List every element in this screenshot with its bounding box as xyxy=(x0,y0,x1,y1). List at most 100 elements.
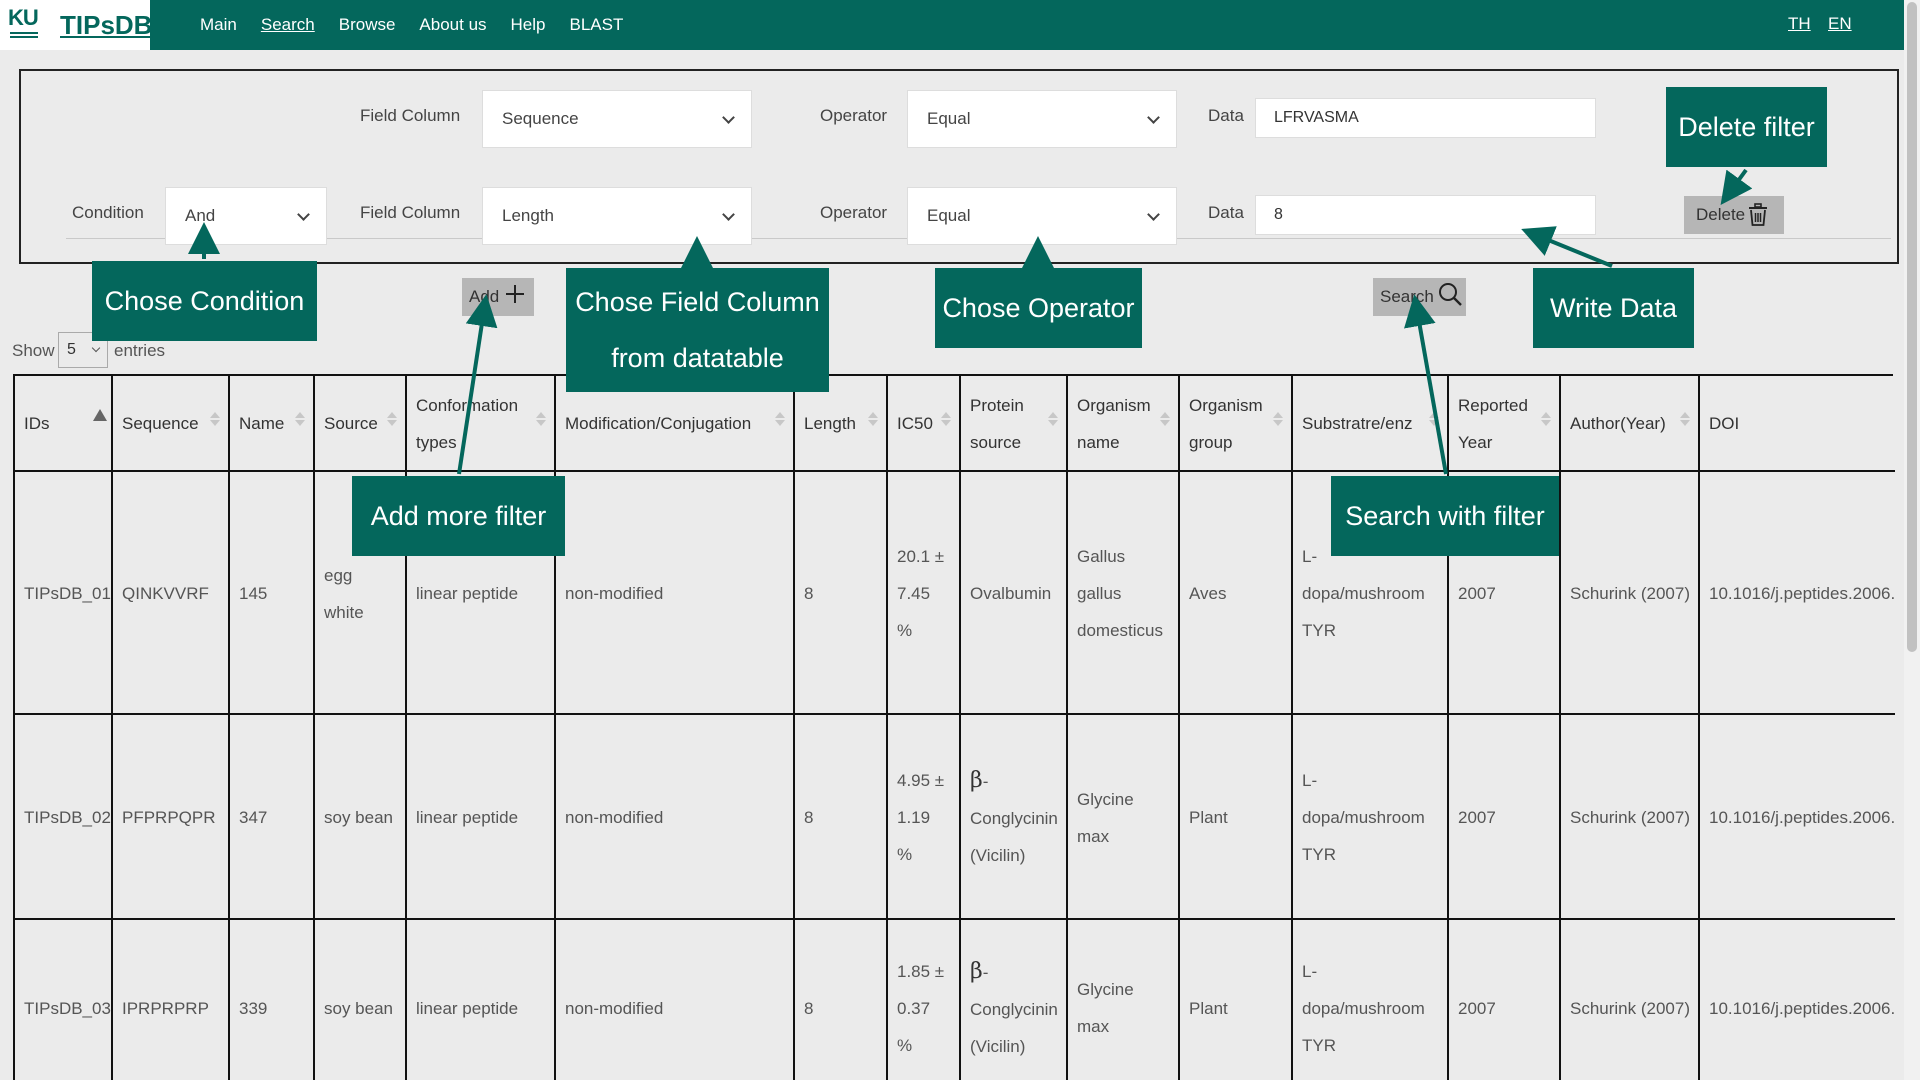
table-cell: Glycine max xyxy=(1077,781,1134,855)
search-button[interactable]: Search xyxy=(1373,278,1466,316)
column-header[interactable]: Organism name xyxy=(1077,387,1151,461)
sort-up-icon xyxy=(1160,412,1170,418)
entries-label: entries xyxy=(114,341,166,360)
table-cell-text: Schurink (2007) xyxy=(1570,584,1691,603)
table-cell-text: β- xyxy=(970,768,989,793)
column-divider xyxy=(111,376,113,1080)
page-scrollbar[interactable] xyxy=(1904,0,1920,1080)
operator-select-2[interactable]: Equal xyxy=(907,187,1177,245)
table-cell: non-modified xyxy=(565,799,663,836)
field-column-select-1[interactable]: Sequence xyxy=(482,90,752,148)
column-header[interactable]: Organism group xyxy=(1189,387,1263,461)
add-filter-button[interactable]: Add xyxy=(462,278,534,316)
sort-up-icon xyxy=(1048,412,1058,418)
table-cell: 145 xyxy=(239,575,267,612)
operator-select-1[interactable]: Equal xyxy=(907,90,1177,148)
table-cell: 10.1016/j.peptides.2006. xyxy=(1709,575,1895,612)
beta-symbol: β xyxy=(970,959,983,984)
delete-filter-button[interactable]: Delete xyxy=(1684,196,1784,234)
table-cell: soy bean xyxy=(324,990,393,1027)
lang-en-link[interactable]: EN xyxy=(1828,14,1852,34)
table-cell: Schurink (2007) xyxy=(1570,575,1690,612)
nav-blast[interactable]: BLAST xyxy=(570,15,624,35)
column-header[interactable]: Sequence xyxy=(122,405,199,442)
table-cell: Schurink (2007) xyxy=(1570,799,1690,836)
table-cell: PFPRPQPR xyxy=(122,799,216,836)
search-button-label: Search xyxy=(1380,287,1434,306)
table-cell-text: Schurink (2007) xyxy=(1570,808,1691,827)
main-nav: Main Search Browse About us Help BLAST xyxy=(200,0,623,50)
callout-chose-condition: Chose Condition xyxy=(92,261,317,341)
data-input-1[interactable]: LFRVASMA xyxy=(1255,98,1596,138)
beta-symbol: β xyxy=(970,768,983,793)
sort-down-icon xyxy=(941,420,951,426)
nav-main[interactable]: Main xyxy=(200,15,237,35)
column-header-label: Sequence xyxy=(122,414,199,433)
nav-search[interactable]: Search xyxy=(261,15,315,35)
table-cell-text: 10.1016/j.peptides.2006. xyxy=(1709,584,1896,603)
nav-browse[interactable]: Browse xyxy=(339,15,396,35)
row-divider xyxy=(15,918,1895,920)
table-cell-text: PFPRPQPR xyxy=(122,808,216,827)
sort-up-icon xyxy=(1429,412,1439,418)
table-cell-text: Conglycinin xyxy=(970,809,1058,828)
table-cell-text: 2007 xyxy=(1458,808,1496,827)
table-cell: 347 xyxy=(239,799,267,836)
table-cell-text: β- xyxy=(970,959,989,984)
sort-down-icon xyxy=(1160,420,1170,426)
table-cell-text: Plant xyxy=(1189,999,1228,1018)
column-header-label: Organism xyxy=(1189,396,1263,415)
column-header[interactable]: Length xyxy=(804,405,856,442)
operator-value-2: Equal xyxy=(927,206,971,225)
column-header-label: Year xyxy=(1458,433,1493,452)
column-header[interactable]: Reported Year xyxy=(1458,387,1528,461)
nav-help[interactable]: Help xyxy=(511,15,546,35)
column-header[interactable]: IDs xyxy=(24,405,50,442)
table-cell: non-modified xyxy=(565,990,663,1027)
column-header[interactable]: Source xyxy=(324,405,378,442)
column-header[interactable]: Protein source xyxy=(970,387,1024,461)
table-cell: 2007 xyxy=(1458,799,1496,836)
column-header[interactable]: Name xyxy=(239,405,284,442)
column-header[interactable]: Conformation types xyxy=(416,387,518,461)
column-header-label: Protein xyxy=(970,396,1024,415)
table-cell: 10.1016/j.peptides.2006. xyxy=(1709,799,1895,836)
condition-select[interactable]: And xyxy=(165,187,327,245)
table-cell-text: dopa/mushroom xyxy=(1302,584,1425,603)
ku-logo-underline xyxy=(10,32,38,34)
callout-chose-field-line1: Chose Field Column xyxy=(575,287,820,317)
sort-up-icon xyxy=(868,412,878,418)
table-cell-text: 339 xyxy=(239,999,268,1018)
column-header-label: IDs xyxy=(24,414,50,433)
table-cell-text: Conglycinin xyxy=(970,1000,1058,1019)
column-header[interactable]: IC50 xyxy=(897,405,933,442)
entries-value: 5 xyxy=(67,341,76,358)
ku-logo[interactable]: KU xyxy=(8,5,42,43)
column-header-label: Reported xyxy=(1458,396,1528,415)
nav-about-us[interactable]: About us xyxy=(419,15,486,35)
table-cell: soy bean xyxy=(324,799,393,836)
sort-down-icon xyxy=(1048,420,1058,426)
scrollbar-thumb[interactable] xyxy=(1907,2,1917,652)
column-header[interactable]: Modification/Conjugation xyxy=(565,405,751,442)
callout-search-with-filter: Search with filter xyxy=(1331,476,1559,556)
data-input-2[interactable]: 8 xyxy=(1255,195,1596,235)
column-header-label: name xyxy=(1077,433,1120,452)
column-header[interactable]: Substratre/enz xyxy=(1302,405,1413,442)
data-label-1: Data xyxy=(1208,106,1244,125)
table-cell-text: % xyxy=(897,845,913,864)
callout-add-more-filter: Add more filter xyxy=(352,476,565,556)
sort-down-icon xyxy=(1680,420,1690,426)
table-cell-text: non-modified xyxy=(565,584,664,603)
table-cell: 8 xyxy=(804,575,813,612)
table-cell: Plant xyxy=(1189,799,1228,836)
column-header[interactable]: DOI xyxy=(1709,405,1739,442)
column-header[interactable]: Author(Year) xyxy=(1570,405,1666,442)
field-column-select-2[interactable]: Length xyxy=(482,187,752,245)
table-cell-text: Aves xyxy=(1189,584,1227,603)
table-cell: 10.1016/j.peptides.2006. xyxy=(1709,990,1895,1027)
brand-link[interactable]: TIPsDB xyxy=(60,10,152,41)
lang-th-link[interactable]: TH xyxy=(1788,14,1811,34)
column-divider xyxy=(1178,376,1180,1080)
table-cell-text: 2007 xyxy=(1458,584,1496,603)
